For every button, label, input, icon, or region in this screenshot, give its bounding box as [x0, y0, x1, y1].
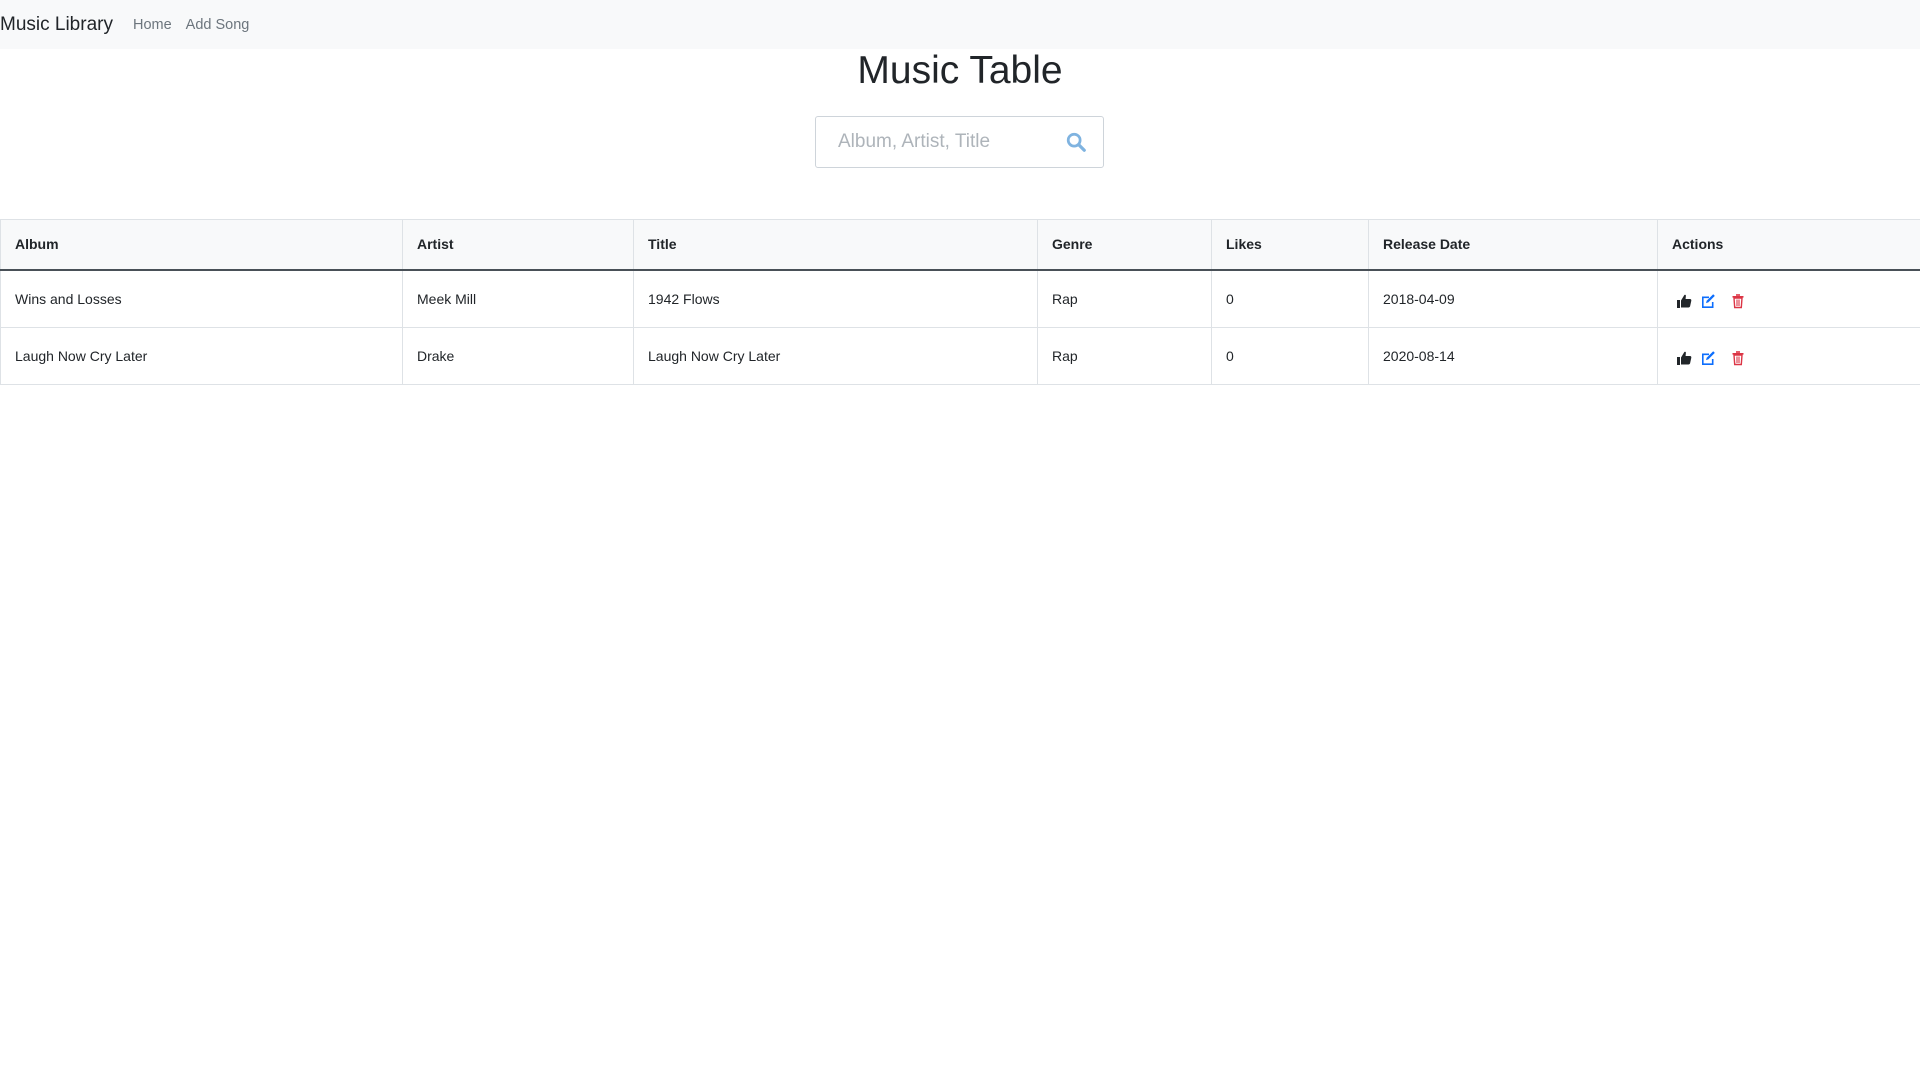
- cell-release-date: 2018-04-09: [1368, 269, 1658, 328]
- nav-link-add-song[interactable]: Add Song: [186, 17, 250, 33]
- cell-likes: 0: [1211, 326, 1369, 385]
- page-title: Music Table: [857, 49, 1063, 92]
- header-album[interactable]: Album: [0, 219, 403, 271]
- music-table-container: Album Artist Title Genre Likes Release D…: [0, 219, 1920, 385]
- thumbs-up-icon[interactable]: [1676, 350, 1692, 366]
- cell-title: 1942 Flows: [633, 269, 1038, 328]
- nav-link-home[interactable]: Home: [133, 17, 172, 33]
- cell-actions: [1657, 326, 1920, 385]
- brand-link[interactable]: Music Library: [0, 14, 113, 36]
- cell-album: Laugh Now Cry Later: [0, 326, 403, 385]
- table-header-row: Album Artist Title Genre Likes Release D…: [0, 219, 1920, 271]
- header-actions: Actions: [1657, 219, 1920, 271]
- cell-genre: Rap: [1037, 326, 1212, 385]
- header-artist[interactable]: Artist: [402, 219, 634, 271]
- cell-likes: 0: [1211, 269, 1369, 328]
- edit-icon[interactable]: [1700, 350, 1716, 366]
- navbar: Music Library Home Add Song: [0, 0, 1920, 49]
- table-row: Wins and Losses Meek Mill 1942 Flows Rap…: [0, 269, 1920, 328]
- thumbs-up-icon[interactable]: [1676, 293, 1692, 309]
- cell-artist: Drake: [402, 326, 634, 385]
- table-row: Laugh Now Cry Later Drake Laugh Now Cry …: [0, 326, 1920, 385]
- cell-genre: Rap: [1037, 269, 1212, 328]
- music-table: Album Artist Title Genre Likes Release D…: [0, 219, 1920, 385]
- header-genre[interactable]: Genre: [1037, 219, 1212, 271]
- header-release-date[interactable]: Release Date: [1368, 219, 1658, 271]
- trash-icon[interactable]: [1730, 350, 1746, 366]
- cell-release-date: 2020-08-14: [1368, 326, 1658, 385]
- cell-title: Laugh Now Cry Later: [633, 326, 1038, 385]
- search-input[interactable]: [836, 130, 1060, 154]
- search-box: [815, 116, 1104, 168]
- edit-icon[interactable]: [1700, 293, 1716, 309]
- cell-album: Wins and Losses: [0, 269, 403, 328]
- cell-artist: Meek Mill: [402, 269, 634, 328]
- search-icon[interactable]: [1065, 131, 1087, 153]
- cell-actions: [1657, 269, 1920, 328]
- header-title[interactable]: Title: [633, 219, 1038, 271]
- header-likes[interactable]: Likes: [1211, 219, 1369, 271]
- trash-icon[interactable]: [1730, 293, 1746, 309]
